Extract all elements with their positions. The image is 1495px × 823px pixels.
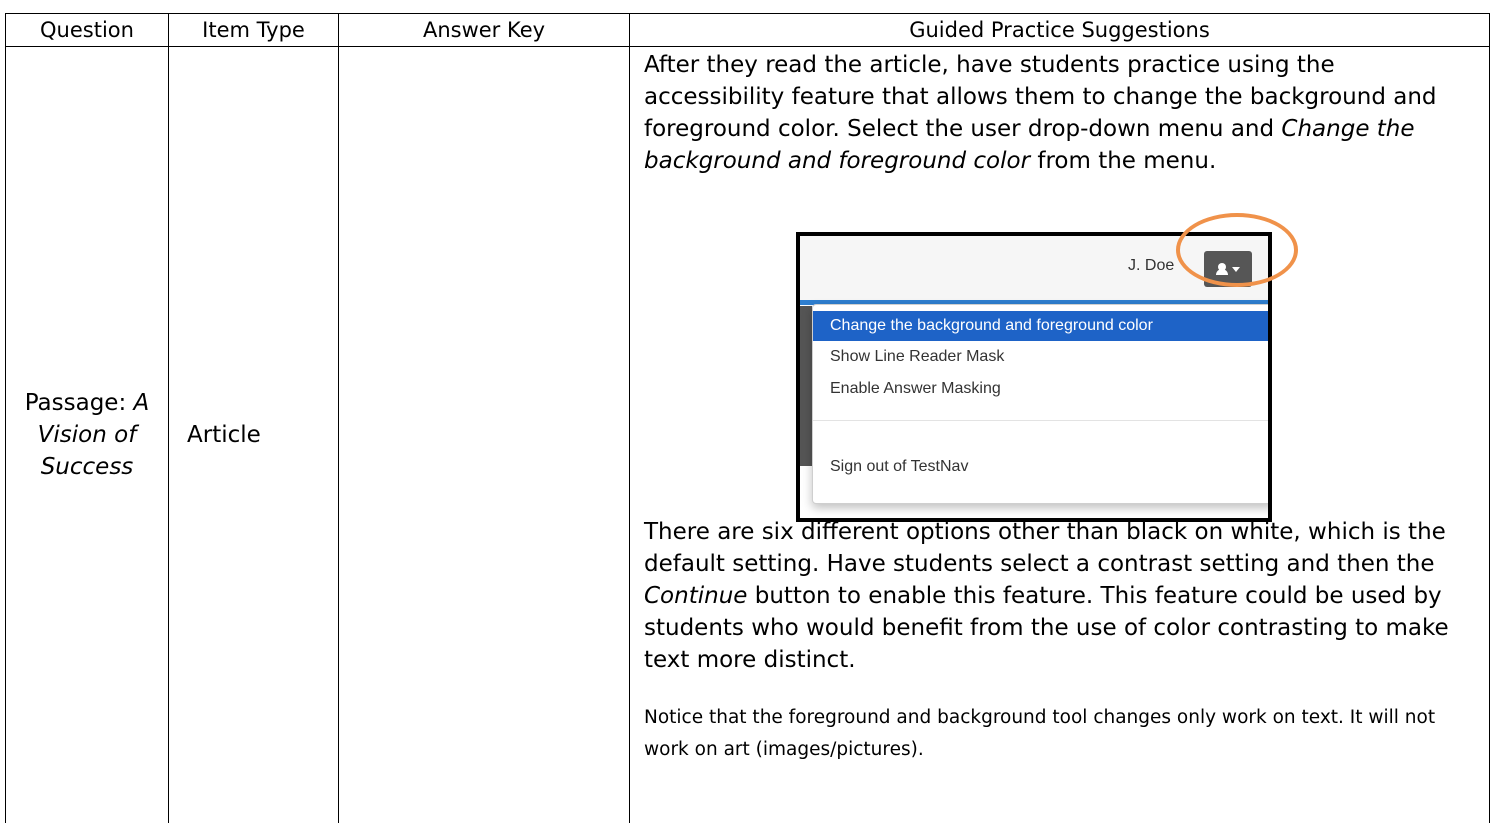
passage-title-3: Success bbox=[41, 454, 134, 480]
guided-practice-table: Question Item Type Answer Key Guided Pra… bbox=[5, 13, 1490, 823]
menu-item-change-colors[interactable]: Change the background and foreground col… bbox=[813, 311, 1272, 341]
item-type-cell: Article bbox=[169, 47, 339, 823]
passage-prefix: Passage: bbox=[25, 390, 134, 416]
guided-note: Notice that the foreground and backgroun… bbox=[644, 702, 1481, 766]
table-row: Passage: A Vision of Success Article Aft… bbox=[6, 47, 1490, 823]
passage-title-1: A bbox=[134, 390, 150, 416]
menu-item-line-reader[interactable]: Show Line Reader Mask bbox=[813, 342, 1272, 372]
user-dropdown-menu: Change the background and foreground col… bbox=[812, 304, 1272, 504]
guided-paragraph-1: After they read the article, have studen… bbox=[644, 49, 1481, 177]
question-cell: Passage: A Vision of Success bbox=[6, 47, 169, 823]
header-guided-practice: Guided Practice Suggestions bbox=[630, 14, 1490, 47]
guided-paragraph-2: There are six different options other th… bbox=[644, 516, 1481, 676]
continue-reference: Continue bbox=[644, 583, 747, 609]
header-row: Question Item Type Answer Key Guided Pra… bbox=[6, 14, 1490, 47]
header-item-type: Item Type bbox=[169, 14, 339, 47]
screenshot-left-strip bbox=[800, 306, 812, 466]
passage-title-2: Vision of bbox=[38, 422, 137, 448]
menu-item-sign-out[interactable]: Sign out of TestNav bbox=[813, 452, 1272, 482]
menu-item-answer-masking[interactable]: Enable Answer Masking bbox=[813, 374, 1272, 404]
menu-divider bbox=[813, 420, 1272, 421]
answer-key-cell bbox=[339, 47, 630, 823]
header-answer-key: Answer Key bbox=[339, 14, 630, 47]
header-question: Question bbox=[6, 14, 169, 47]
highlight-circle bbox=[1176, 213, 1298, 287]
guided-practice-cell: After they read the article, have studen… bbox=[630, 47, 1490, 823]
user-name-label: J. Doe bbox=[1128, 257, 1174, 275]
